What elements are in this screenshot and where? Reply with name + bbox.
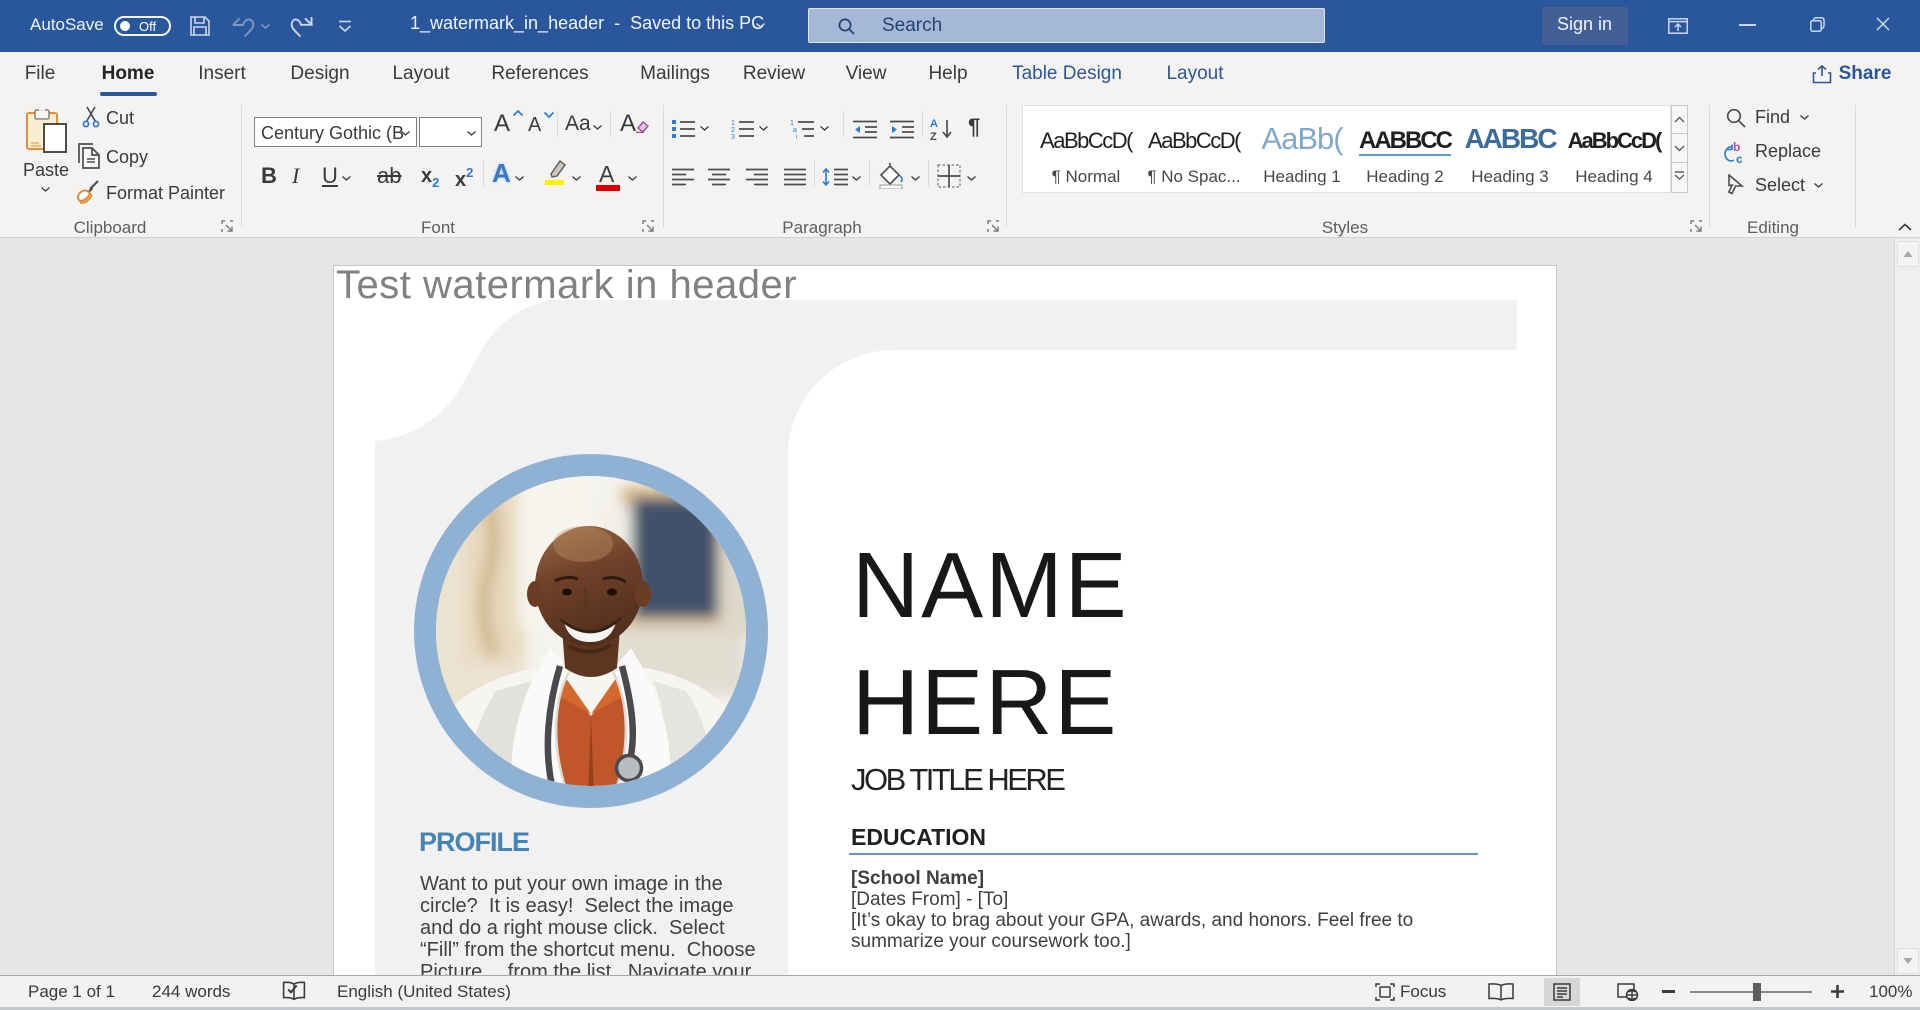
svg-text:c: c <box>1736 152 1743 165</box>
svg-text:Z: Z <box>930 131 937 141</box>
svg-text:2: 2 <box>731 127 735 134</box>
svg-text:3: 3 <box>731 134 735 139</box>
svg-text:A: A <box>930 118 938 130</box>
svg-text:1: 1 <box>731 120 735 127</box>
svg-text:a: a <box>793 127 797 134</box>
svg-text:1: 1 <box>790 120 794 127</box>
svg-text:i: i <box>796 134 798 139</box>
